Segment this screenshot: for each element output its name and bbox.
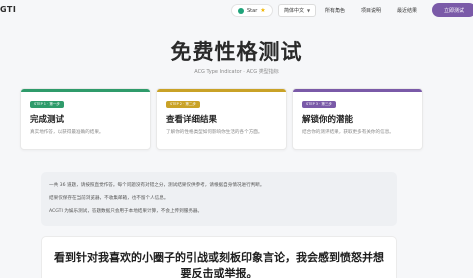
card-accent-bar bbox=[157, 89, 286, 92]
step-title: 解锁你的潜能 bbox=[302, 115, 354, 125]
github-icon bbox=[238, 7, 244, 14]
step-tag: STEP 1 · 第一步 bbox=[30, 101, 64, 108]
top-nav: GTI Star ★ 简体中文 ▼ 所有角色 项目说明 最近结果 立即测试 bbox=[0, 0, 473, 22]
step-tag: STEP 3 · 第三步 bbox=[302, 101, 336, 108]
step-card-3: STEP 3 · 第三步 解锁你的潜能 结合你的测评结果，获取更多有关你的信息。 bbox=[292, 88, 423, 150]
info-line: 结果仅保存在当前浏览器，不收集邮箱，也不留个人信息。 bbox=[49, 196, 169, 201]
test-info-box: 一共 36 道题，请按照直觉作答。每个问题没有对错之分，测试结果仅供参考，请根据… bbox=[41, 172, 397, 226]
nav-link-recent-results[interactable]: 最近结果 bbox=[397, 7, 417, 14]
nav-link-all-characters[interactable]: 所有角色 bbox=[325, 7, 345, 14]
star-icon: ★ bbox=[260, 7, 266, 14]
step-card-1: STEP 1 · 第一步 完成测试 真实地作答，以获得最准确的结果。 bbox=[20, 88, 151, 150]
start-test-button[interactable]: 立即测试 bbox=[432, 3, 473, 17]
star-label: Star bbox=[247, 7, 258, 14]
step-description: 真实地作答，以获得最准确的结果。 bbox=[30, 130, 104, 135]
page-title: 免费性格测试 bbox=[170, 40, 303, 64]
info-line: 一共 36 道题，请按照直觉作答。每个问题没有对错之分，测试结果仅供参考，请根据… bbox=[49, 183, 265, 188]
step-title: 查看详细结果 bbox=[166, 115, 218, 125]
question-card: 看到针对我喜欢的小圈子的引战或刻板印象言论，我会感到愤怒并想 要反击或举报。 bbox=[41, 236, 397, 278]
question-text: 看到针对我喜欢的小圈子的引战或刻板印象言论，我会感到愤怒并想 bbox=[54, 251, 384, 264]
step-description: 了解你的性格类型如何影响你生活的各个方面。 bbox=[166, 130, 263, 135]
language-select[interactable]: 简体中文 ▼ bbox=[278, 4, 317, 17]
brand-logo[interactable]: GTI bbox=[0, 5, 16, 14]
nav-link-project-info[interactable]: 项目说明 bbox=[361, 7, 381, 14]
step-card-2: STEP 2 · 第二步 查看详细结果 了解你的性格类型如何影响你生活的各个方面… bbox=[156, 88, 287, 150]
info-line: ACGTI 为娱乐测试，答题数据只会用于本地结果计算，不会上传到服务器。 bbox=[49, 209, 203, 214]
step-title: 完成测试 bbox=[30, 115, 65, 125]
page-subtitle: ACG Type Indicator · ACG 类型指标 bbox=[194, 69, 279, 75]
card-accent-bar bbox=[21, 89, 150, 92]
step-description: 结合你的测评结果，获取更多有关你的信息。 bbox=[302, 130, 394, 135]
step-tag: STEP 2 · 第二步 bbox=[166, 101, 200, 108]
github-star-button[interactable]: Star ★ bbox=[231, 4, 273, 17]
question-text-continued: 要反击或举报。 bbox=[180, 267, 258, 278]
card-accent-bar bbox=[293, 89, 422, 92]
language-label: 简体中文 bbox=[284, 8, 305, 14]
chevron-down-icon: ▼ bbox=[307, 8, 311, 13]
